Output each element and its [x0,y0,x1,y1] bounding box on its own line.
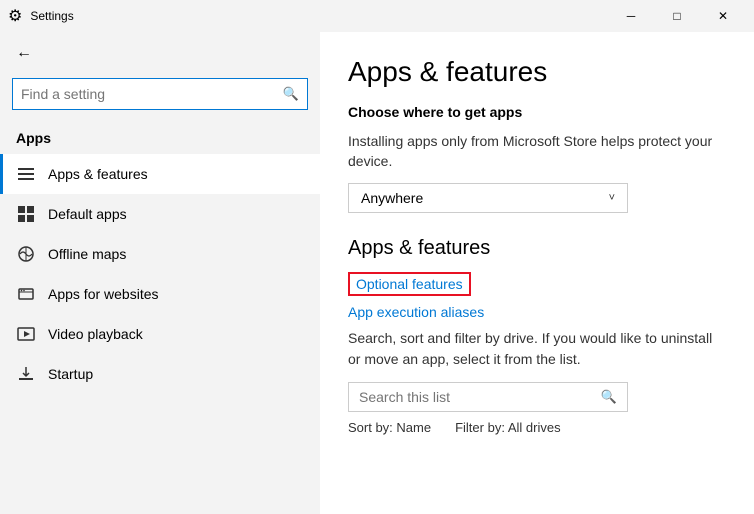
sidebar-item-default-apps[interactable]: Default apps [0,194,320,234]
chevron-down-icon: ˅ [609,192,615,204]
sidebar-item-offline-maps[interactable]: Offline maps [0,234,320,274]
sort-filter-row: Sort by: Name Filter by: All drives [348,420,726,435]
search-list-box: 🔍 [348,382,628,412]
startup-icon [16,364,36,384]
sidebar-item-apps-features[interactable]: Apps & features [0,154,320,194]
search-list-icon: 🔍 [601,389,617,405]
settings-icon: ⚙ [8,6,22,26]
apps-search-description: Search, sort and filter by drive. If you… [348,328,726,370]
minimize-button[interactable]: ─ [608,0,654,32]
maximize-button[interactable]: □ [654,0,700,32]
optional-features-link[interactable]: Optional features [348,272,471,296]
choose-description: Installing apps only from Microsoft Stor… [348,132,726,171]
sidebar: ← 🔍 Apps Apps & features [0,32,320,514]
apps-features-icon [16,164,36,184]
sidebar-section-label: Apps [0,122,320,154]
sidebar-item-label-startup: Startup [48,366,93,382]
source-dropdown[interactable]: Anywhere ˅ [348,183,628,213]
choose-section: Choose where to get apps Installing apps… [348,104,726,213]
search-box: 🔍 [12,78,308,110]
apps-websites-icon [16,284,36,304]
sidebar-item-label-apps-websites: Apps for websites [48,286,159,302]
page-title: Apps & features [348,56,726,88]
sidebar-item-startup[interactable]: Startup [0,354,320,394]
sidebar-item-label-video-playback: Video playback [48,326,143,342]
default-apps-icon [16,204,36,224]
app-body: ← 🔍 Apps Apps & features [0,32,754,514]
offline-maps-icon [16,244,36,264]
title-bar: ⚙ Settings ─ □ ✕ [0,0,754,32]
content-area: Apps & features Choose where to get apps… [320,32,754,514]
app-execution-aliases-link[interactable]: App execution aliases [348,304,484,320]
search-icon: 🔍 [283,86,299,102]
dropdown-value: Anywhere [361,190,423,206]
search-input[interactable] [21,86,283,102]
sidebar-item-label-offline-maps: Offline maps [48,246,126,262]
back-arrow-icon: ← [16,44,32,62]
close-button[interactable]: ✕ [700,0,746,32]
sidebar-item-label-apps-features: Apps & features [48,166,148,182]
sidebar-item-label-default-apps: Default apps [48,206,127,222]
filter-label: Filter by: All drives [455,420,560,435]
window-title: Settings [22,9,608,23]
sort-label: Sort by: Name [348,420,431,435]
choose-section-title: Choose where to get apps [348,104,726,120]
window-controls: ─ □ ✕ [608,0,746,32]
search-list-input[interactable] [359,389,601,405]
sidebar-item-apps-websites[interactable]: Apps for websites [0,274,320,314]
sidebar-item-video-playback[interactable]: Video playback [0,314,320,354]
apps-features-subtitle: Apps & features [348,237,726,260]
back-button[interactable]: ← [0,32,320,74]
video-playback-icon [16,324,36,344]
apps-features-section: Apps & features Optional features App ex… [348,237,726,435]
